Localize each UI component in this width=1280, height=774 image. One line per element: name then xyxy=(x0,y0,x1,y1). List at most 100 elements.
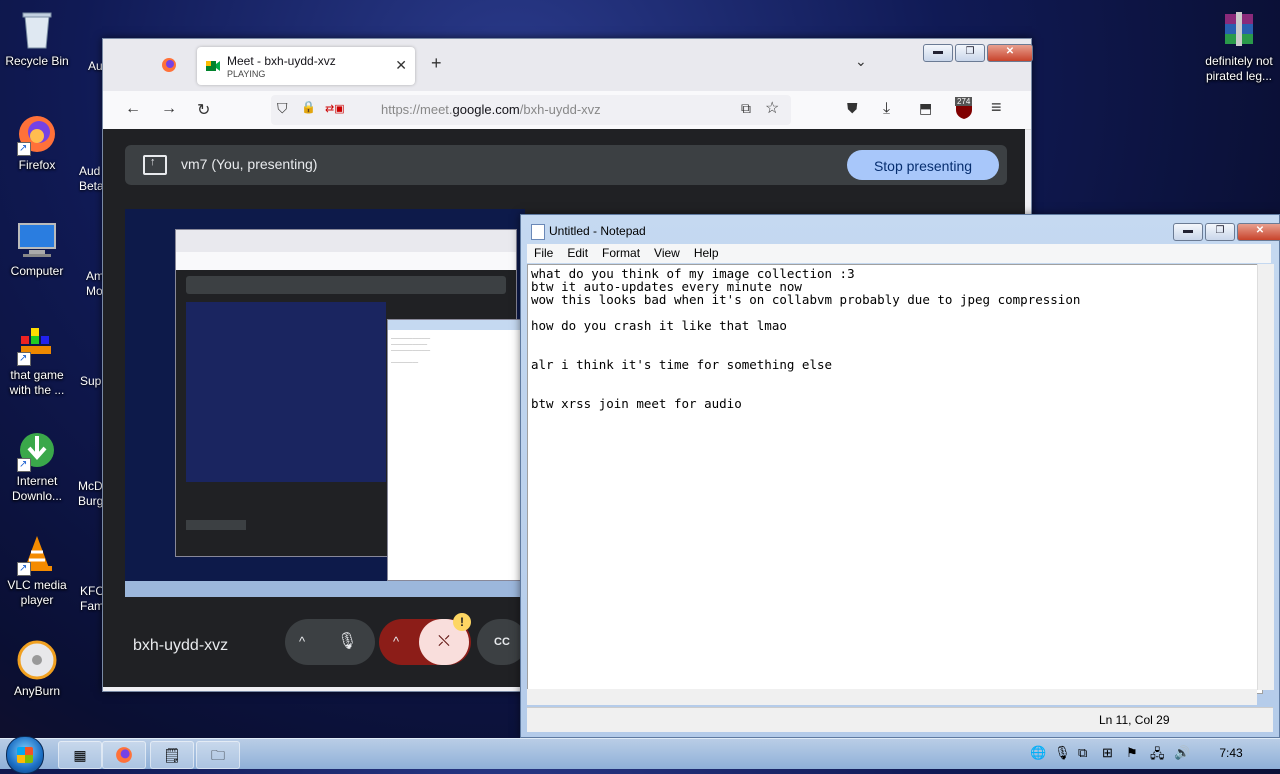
tray-app2-icon[interactable]: ⊞ xyxy=(1102,745,1113,761)
firefox-view-icon[interactable] xyxy=(161,57,177,73)
globe-download-icon xyxy=(15,428,59,472)
partial-icon-label: Au xyxy=(88,59,103,73)
vlc-cone-icon xyxy=(15,532,59,576)
desktop-icon-internet-download[interactable]: Internet Downlo... xyxy=(0,428,74,504)
pocket-icon[interactable]: ⛊ xyxy=(847,100,858,117)
desktop-icon-label: VLC media player xyxy=(7,578,67,607)
tray-app-icon[interactable]: ⧉ xyxy=(1078,745,1087,761)
downloads-icon[interactable]: ⤓ xyxy=(883,100,890,118)
menu-edit[interactable]: Edit xyxy=(560,244,595,263)
navigation-toolbar: ← → ↻ ⛉ 🔒 ⇄▣ ⧉ ☆ https://meet.google.com… xyxy=(103,91,1031,130)
shortcut-arrow-icon xyxy=(17,561,31,576)
clock[interactable]: 7:43 xyxy=(1206,746,1256,760)
tracking-shield-icon[interactable]: ⛉ xyxy=(277,100,288,117)
partial-icon-label: KFC Fam xyxy=(80,584,104,613)
recycle-bin-icon xyxy=(15,8,59,52)
network-icon[interactable]: 🖧 xyxy=(1150,745,1165,767)
desktop-icon-label: Firefox xyxy=(18,158,56,172)
tab-meet[interactable]: Meet - bxh-uydd-xvz PLAYING ✕ xyxy=(197,47,415,85)
bookmark-star-icon[interactable]: ☆ xyxy=(765,98,779,118)
close-button[interactable]: ✕ xyxy=(987,44,1033,62)
desktop-icon-label: definitely not pirated leg... xyxy=(1205,54,1273,83)
desktop-icon-firefox[interactable]: Firefox xyxy=(0,112,74,173)
url-text[interactable]: https://meet.google.com/bxh-uydd-xvz xyxy=(381,102,601,117)
presenting-label: vm7 (You, presenting) xyxy=(181,156,318,172)
taskbar-game-icon[interactable]: ▦ xyxy=(58,741,102,769)
camera-control: ^ ⛌ ! xyxy=(379,613,471,665)
extensions-icon[interactable]: ⬒ xyxy=(919,100,932,117)
audio-options-chevron-icon[interactable]: ^ xyxy=(299,619,305,665)
vertical-scrollbar[interactable] xyxy=(1257,264,1274,690)
taskbar-firefox-icon[interactable] xyxy=(102,741,146,769)
ublock-origin-icon[interactable]: 274 xyxy=(953,97,975,121)
firefox-icon xyxy=(15,112,59,156)
desktop-icon-winrar-archive[interactable]: definitely not pirated leg... xyxy=(1198,8,1280,84)
tab-playing-label: PLAYING xyxy=(227,69,266,79)
shortcut-arrow-icon xyxy=(17,457,31,472)
desktop-icon-vlc[interactable]: VLC media player xyxy=(0,532,74,608)
nested-taskbar xyxy=(125,581,525,597)
taskbar: ▦ 🗒 🗀 🌐 🎙 ⧉ ⊞ ⚑ 🖧 🔊 7:43 xyxy=(0,736,1280,774)
maximize-button[interactable]: ❐ xyxy=(955,44,985,62)
tab-close-icon[interactable]: ✕ xyxy=(395,57,407,74)
desktop-icon-label: Internet Downlo... xyxy=(11,474,63,503)
horizontal-scrollbar[interactable] xyxy=(527,689,1257,705)
new-tab-button[interactable]: + xyxy=(431,53,442,74)
mic-control: ^ 🎙 xyxy=(285,619,375,665)
start-button[interactable] xyxy=(6,736,44,774)
reload-icon[interactable]: ↻ xyxy=(197,100,210,120)
menu-help[interactable]: Help xyxy=(687,244,726,263)
meeting-code: bxh-uydd-xvz xyxy=(133,637,229,654)
cursor-position: Ln 11, Col 29 xyxy=(1099,713,1170,727)
screen-share-icon[interactable]: ⧉ xyxy=(741,100,751,117)
back-arrow-icon[interactable]: ← xyxy=(125,100,141,118)
notepad-icon xyxy=(531,224,545,240)
minimize-button[interactable]: ▬ xyxy=(923,44,953,62)
menu-file[interactable]: File xyxy=(527,244,560,263)
menu-format[interactable]: Format xyxy=(595,244,647,263)
forward-arrow-icon[interactable]: → xyxy=(161,100,177,118)
camera-warning-badge: ! xyxy=(453,613,471,631)
partial-icon-label: Sup xyxy=(80,374,102,388)
meet-favicon-icon xyxy=(205,58,221,74)
permissions-icon[interactable]: ⇄▣ xyxy=(325,102,345,115)
desktop-icon-label: that game with the ... xyxy=(9,368,65,397)
network-globe-icon[interactable]: 🌐 xyxy=(1030,745,1046,761)
computer-icon xyxy=(15,218,59,262)
presenting-banner: vm7 (You, presenting) Stop presenting xyxy=(125,145,1007,185)
hamburger-menu-icon[interactable]: ≡ xyxy=(991,97,1002,118)
taskbar-explorer-icon[interactable]: 🗀 xyxy=(196,741,240,769)
video-options-chevron-icon[interactable]: ^ xyxy=(393,619,399,665)
volume-icon[interactable]: 🔊 xyxy=(1174,745,1190,761)
window-title: Untitled - Notepad xyxy=(549,224,646,238)
shared-screen-preview: _____________ ____________ _____________ __… xyxy=(125,209,525,597)
mic-tray-icon[interactable]: 🎙 xyxy=(1054,745,1071,761)
action-center-flag-icon[interactable]: ⚑ xyxy=(1126,745,1138,761)
partial-icon-label: McD Burg xyxy=(78,479,104,508)
menu-bar: File Edit Format View Help xyxy=(527,244,1271,263)
notepad-window[interactable]: Untitled - Notepad ▬ ❐ ✕ File Edit Forma… xyxy=(520,214,1280,738)
desktop-icon-computer[interactable]: Computer xyxy=(0,218,74,279)
nested-notepad-window: _____________ ____________ _____________ __… xyxy=(387,319,525,581)
lock-icon[interactable]: 🔒 xyxy=(301,100,316,114)
maximize-button[interactable]: ❐ xyxy=(1205,223,1235,241)
game-icon xyxy=(15,322,59,366)
desktop-icon-that-game[interactable]: that game with the ... xyxy=(0,322,74,398)
menu-view[interactable]: View xyxy=(647,244,687,263)
list-all-tabs-chevron-icon[interactable]: ⌄ xyxy=(855,53,867,70)
partial-icon-label: Aud Beta xyxy=(79,164,104,193)
taskbar-notepad-icon[interactable]: 🗒 xyxy=(150,741,194,769)
minimize-button[interactable]: ▬ xyxy=(1173,223,1203,241)
close-button[interactable]: ✕ xyxy=(1237,223,1280,241)
status-bar: Ln 11, Col 29 xyxy=(527,707,1273,732)
winrar-archive-icon xyxy=(1217,8,1261,52)
desktop-icon-anyburn[interactable]: AnyBurn xyxy=(0,638,74,699)
text-editor[interactable]: what do you think of my image collection… xyxy=(527,264,1263,694)
desktop-icon-label: Computer xyxy=(10,264,64,278)
tab-title: Meet - bxh-uydd-xvz xyxy=(227,54,336,68)
disc-icon xyxy=(15,638,59,682)
desktop-icon-recycle-bin[interactable]: Recycle Bin xyxy=(0,8,74,69)
stop-presenting-button[interactable]: Stop presenting xyxy=(847,150,999,180)
microphone-icon[interactable]: 🎙 xyxy=(337,619,357,665)
shortcut-arrow-icon xyxy=(17,141,31,156)
